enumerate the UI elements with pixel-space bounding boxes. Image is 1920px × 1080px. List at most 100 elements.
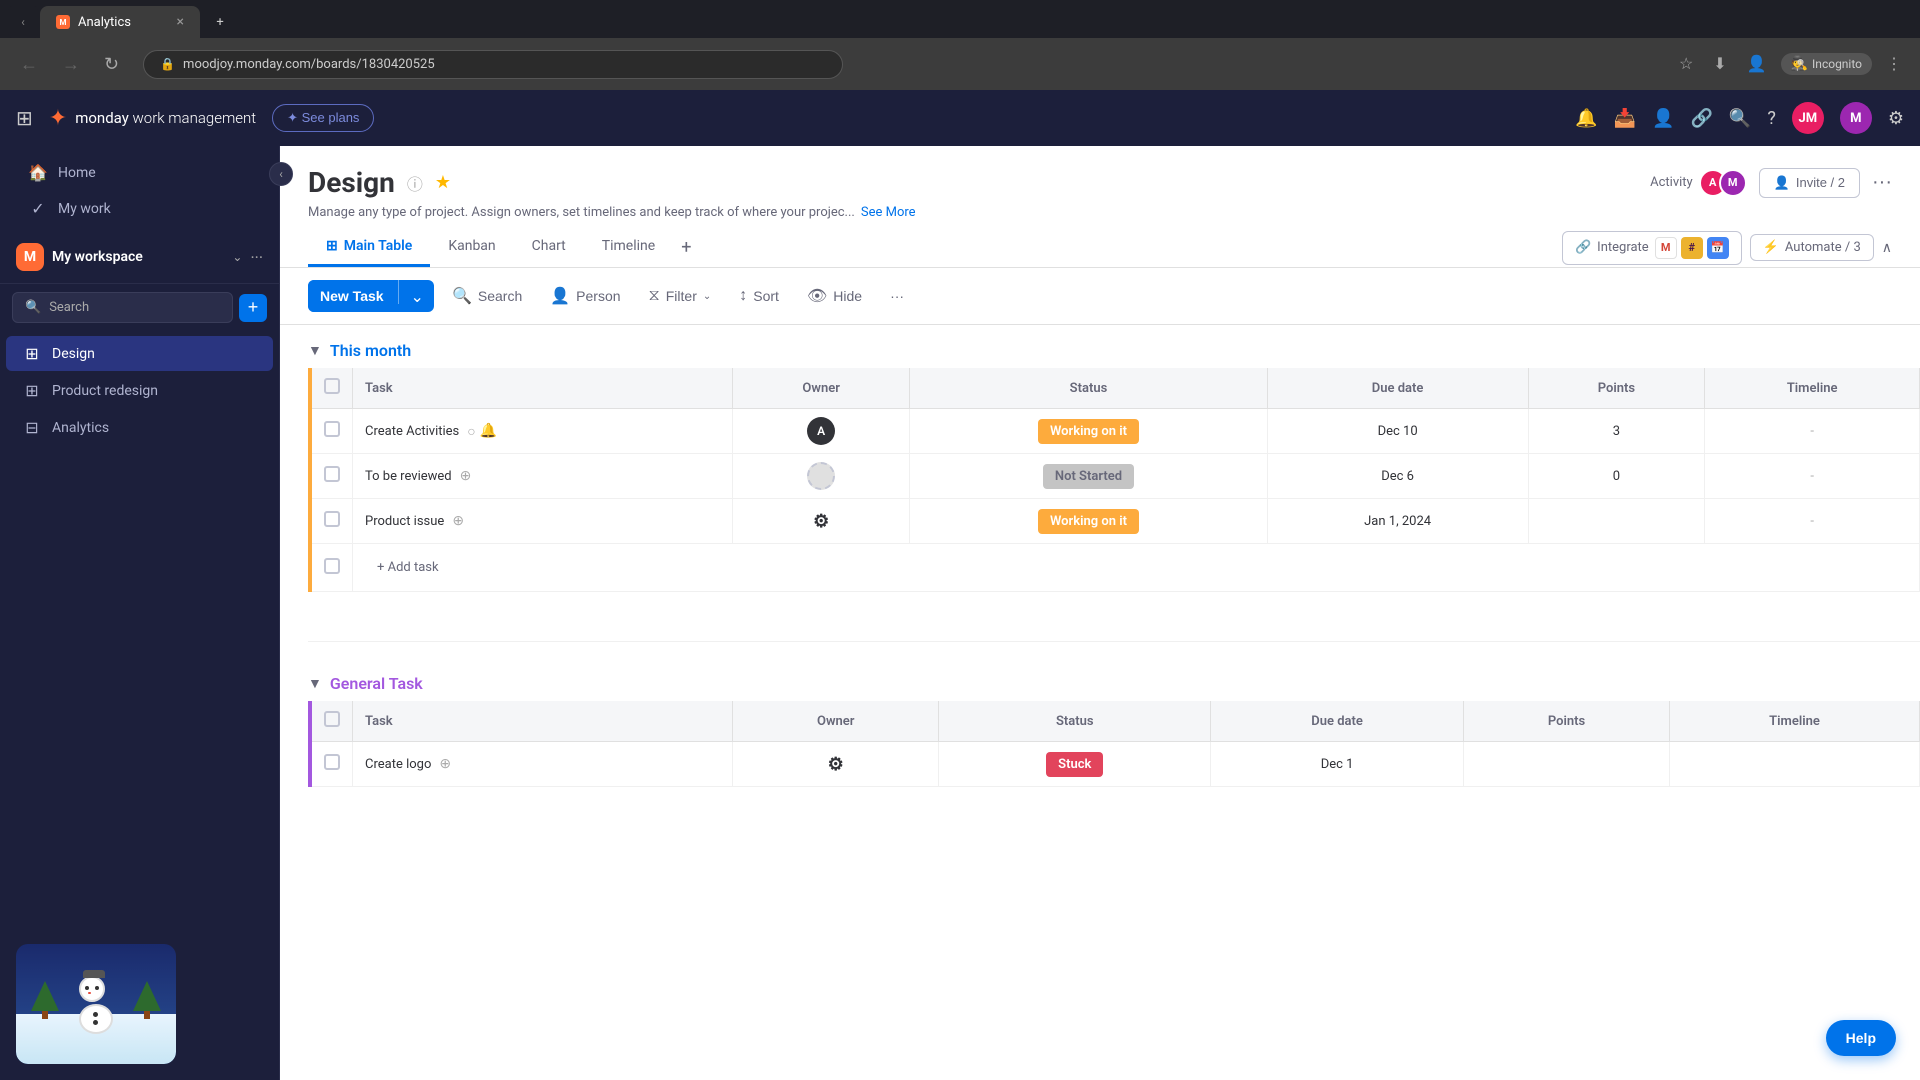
new-task-dropdown-btn[interactable]: ⌄ — [401, 280, 434, 312]
forward-btn[interactable]: → — [54, 50, 88, 79]
settings-icon[interactable]: ⚙ — [1888, 108, 1904, 129]
profile-icon[interactable]: 👤 — [1741, 50, 1773, 78]
address-bar[interactable]: 🔒 moodjoy.monday.com/boards/1830420525 — [143, 50, 843, 79]
sidebar: ‹ 🏠 Home ✓ My work M My workspace ⌄ ··· — [0, 146, 280, 1080]
active-browser-tab[interactable]: M Analytics × — [40, 6, 200, 38]
sidebar-item-my-work[interactable]: ✓ My work — [12, 191, 267, 226]
row-g1-checkbox[interactable] — [324, 754, 340, 770]
integrate-btn[interactable]: 🔗 Integrate M # 📅 — [1562, 231, 1742, 265]
status-cell[interactable]: Working on it — [910, 409, 1267, 454]
inbox-icon[interactable]: 📥 — [1614, 108, 1636, 129]
tab-close-btn[interactable]: × — [177, 14, 184, 30]
tab-chart[interactable]: Chart — [514, 228, 584, 267]
notification-icon[interactable]: 🔔 — [1575, 108, 1597, 129]
row-checkbox[interactable] — [312, 409, 353, 454]
sidebar-collapse-btn[interactable]: ‹ — [269, 162, 293, 186]
sidebar-item-design[interactable]: ⊞ Design ··· — [6, 336, 273, 371]
group-toggle-general[interactable]: ▼ — [308, 675, 322, 692]
see-more-link[interactable]: See More — [861, 205, 916, 220]
select-all-checkbox[interactable] — [324, 378, 340, 394]
refresh-btn[interactable]: ↻ — [96, 50, 127, 79]
extensions-icon[interactable]: ⋮ — [1880, 50, 1908, 78]
status-badge-stuck[interactable]: Stuck — [1046, 752, 1103, 777]
page-more-btn[interactable]: ··· — [1872, 171, 1892, 194]
status-cell[interactable]: Working on it — [910, 499, 1267, 544]
table-header-row: Task Owner Status Due date Points Timeli… — [312, 368, 1920, 409]
workspace-chevron-icon[interactable]: ⌄ — [232, 250, 242, 264]
row-checkbox[interactable] — [312, 499, 353, 544]
activity-btn[interactable]: Activity A M — [1650, 169, 1747, 197]
back-btn[interactable]: ← — [12, 50, 46, 79]
user-avatar-2[interactable]: M — [1840, 102, 1872, 134]
page-star-icon[interactable]: ★ — [435, 172, 451, 193]
toolbar-filter-btn[interactable]: ⧖ Filter ⌄ — [639, 281, 722, 311]
status-cell[interactable]: Not Started — [910, 454, 1267, 499]
grid-menu-icon[interactable]: ⊞ — [16, 106, 33, 130]
see-plans-btn[interactable]: ✦ See plans — [272, 104, 374, 132]
row-1-checkbox[interactable] — [324, 421, 340, 437]
select-all-g-checkbox[interactable] — [324, 711, 340, 727]
row-checkbox[interactable] — [312, 454, 353, 499]
bookmark-icon[interactable]: ☆ — [1673, 50, 1699, 78]
task-complete-icon[interactable]: ○ — [467, 423, 475, 440]
tab-main-table[interactable]: ⊞ Main Table — [308, 228, 430, 267]
download-icon[interactable]: ⬇ — [1707, 50, 1732, 78]
lock-icon: 🔒 — [160, 57, 175, 71]
toolbar-person-btn[interactable]: 👤 Person — [540, 280, 630, 312]
invite-icon[interactable]: 👤 — [1652, 108, 1674, 129]
task-add-icon[interactable]: ⊕ — [460, 468, 472, 484]
toolbar-hide-btn[interactable]: 👁 Hide — [797, 280, 872, 312]
group-title-this-month[interactable]: This month — [330, 341, 411, 360]
sidebar-search-box[interactable]: 🔍 Search — [12, 292, 233, 323]
due-date-column-header-g: Due date — [1211, 701, 1464, 742]
help-btn[interactable]: Help — [1826, 1020, 1896, 1056]
user-avatar[interactable]: JM — [1792, 102, 1824, 134]
table-general-task: Task Owner Status Due date Points Timeli… — [308, 701, 1920, 787]
activity-avatar-2: M — [1719, 169, 1747, 197]
invite-btn[interactable]: 👤 Invite / 2 — [1759, 168, 1860, 198]
page-info-icon[interactable]: ⓘ — [407, 171, 423, 195]
add-task-cell[interactable]: + Add task — [353, 544, 1920, 592]
back-tab-btn[interactable]: ‹ — [8, 6, 38, 38]
tab-timeline[interactable]: Timeline — [584, 228, 673, 267]
status-badge-not-started[interactable]: Not Started — [1043, 464, 1134, 489]
share-icon[interactable]: 🔗 — [1691, 108, 1713, 129]
toolbar-more-btn[interactable]: ··· — [880, 282, 914, 310]
owner-avatar-gear[interactable]: ⚙ — [807, 507, 835, 535]
tab-add-btn[interactable]: + — [673, 229, 699, 266]
tab-kanban[interactable]: Kanban — [430, 228, 513, 267]
new-tab-btn[interactable]: + — [202, 6, 238, 38]
status-badge-working-2[interactable]: Working on it — [1038, 509, 1139, 534]
sidebar-item-analytics[interactable]: ⊟ Analytics — [6, 410, 273, 445]
group-header-general-task: ▼ General Task — [308, 658, 1920, 701]
task-update-icon[interactable]: 🔔 — [480, 423, 497, 439]
task-add-icon-2[interactable]: ⊕ — [452, 513, 464, 529]
help-icon[interactable]: ? — [1767, 108, 1776, 129]
status-cell-g[interactable]: Stuck — [939, 742, 1211, 787]
collapse-btn[interactable]: ∧ — [1882, 240, 1892, 256]
group-toggle-this-month[interactable]: ▼ — [308, 342, 322, 359]
owner-avatar-gear-g[interactable]: ⚙ — [822, 750, 850, 778]
gmail-icon: M — [1655, 237, 1677, 259]
toolbar-search-btn[interactable]: 🔍 Search — [442, 280, 532, 312]
task-add-icon-g[interactable]: ⊕ — [439, 756, 451, 772]
status-badge-working[interactable]: Working on it — [1038, 419, 1139, 444]
workspace-more-icon[interactable]: ··· — [250, 248, 263, 267]
add-task-row[interactable]: + Add task — [312, 544, 1920, 592]
row-2-checkbox[interactable] — [324, 466, 340, 482]
owner-avatar-empty[interactable] — [807, 462, 835, 490]
slack-icon: # — [1681, 237, 1703, 259]
new-task-btn[interactable]: New Task — [308, 280, 396, 312]
sidebar-add-btn[interactable]: + — [239, 294, 267, 322]
app-header: ⊞ ✦ monday work management ✦ See plans 🔔… — [0, 90, 1920, 146]
timeline-cell: - — [1705, 499, 1920, 544]
automate-btn[interactable]: ⚡ Automate / 3 — [1750, 234, 1874, 261]
owner-cell: ⚙ — [733, 499, 910, 544]
group-title-general[interactable]: General Task — [330, 674, 423, 693]
toolbar-sort-btn[interactable]: ↕ Sort — [729, 281, 789, 311]
owner-avatar-dark[interactable]: A — [807, 417, 835, 445]
row-3-checkbox[interactable] — [324, 511, 340, 527]
search-icon[interactable]: 🔍 — [1729, 108, 1751, 129]
sidebar-item-product-redesign[interactable]: ⊞ Product redesign — [6, 373, 273, 408]
sidebar-item-home[interactable]: 🏠 Home — [12, 155, 267, 190]
